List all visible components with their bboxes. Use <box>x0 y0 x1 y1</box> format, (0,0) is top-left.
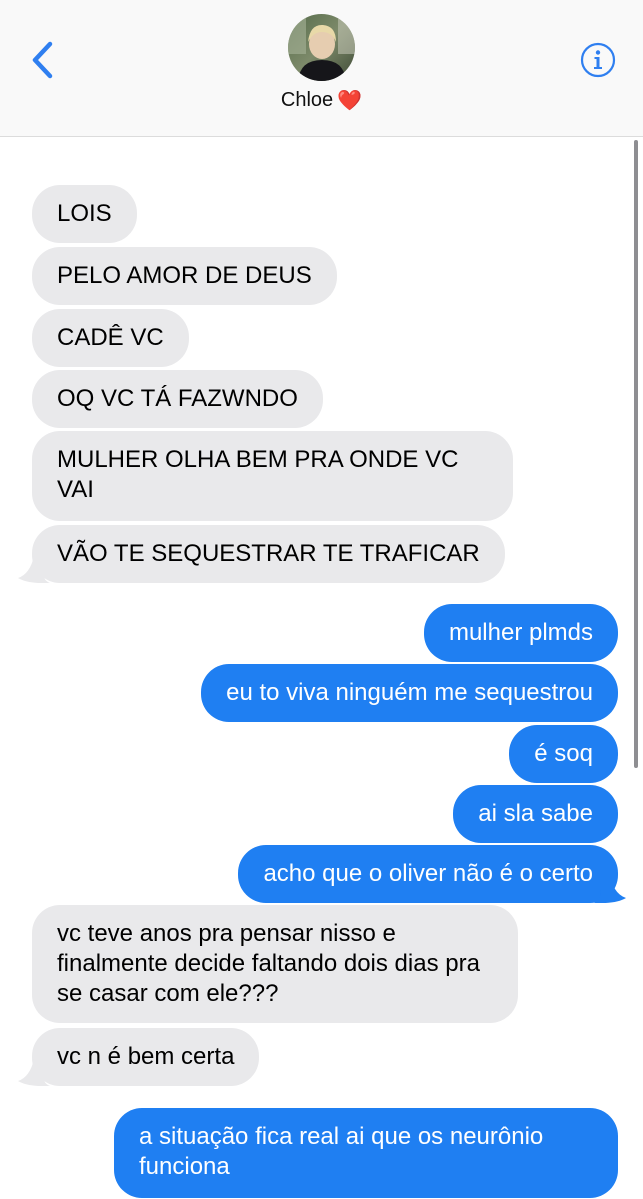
bubble-tail <box>594 876 626 903</box>
message-bubble-incoming[interactable]: CADÊ VC <box>32 309 189 367</box>
conversation-header: Chloe ❤️ <box>0 0 643 137</box>
bubble-tail <box>18 1059 50 1086</box>
message-text: vc teve anos pra pensar nisso e finalmen… <box>57 920 480 1007</box>
message-bubble-outgoing[interactable]: a situação fica real ai que os neurônio … <box>114 1108 618 1198</box>
message-text: PELO AMOR DE DEUS <box>57 262 312 289</box>
message-text: CADÊ VC <box>57 324 164 351</box>
message-text: LOIS <box>57 200 112 227</box>
message-bubble-outgoing[interactable]: ai sla sabe <box>453 785 618 843</box>
message-bubble-incoming[interactable]: VÃO TE SEQUESTRAR TE TRAFICAR <box>32 525 505 583</box>
message-text: VÃO TE SEQUESTRAR TE TRAFICAR <box>57 540 480 567</box>
message-bubble-incoming[interactable]: vc n é bem certa <box>32 1028 260 1086</box>
contact-name: Chloe <box>280 89 334 111</box>
scrollbar[interactable] <box>634 140 638 768</box>
message-text: acho que o oliver não é o certo <box>263 860 593 887</box>
message-bubble-outgoing[interactable]: eu to viva ninguém me sequestrou <box>201 664 618 722</box>
message-bubble-outgoing[interactable]: mulher plmds <box>423 604 618 662</box>
heart-emoji: ❤️ <box>337 90 363 112</box>
message-text: a situação fica real ai que os neurônio … <box>139 1123 544 1180</box>
message-text: é soq <box>534 740 593 767</box>
message-text: vc n é bem certa <box>57 1043 235 1070</box>
message-bubble-incoming[interactable]: LOIS <box>32 185 137 243</box>
contact-name-area[interactable]: Chloe ❤️ <box>0 88 643 113</box>
message-text: mulher plmds <box>448 619 593 646</box>
message-text: MULHER OLHA BEM PRA ONDE VC VAI <box>57 446 459 503</box>
message-text: ai sla sabe <box>478 800 593 827</box>
message-text: OQ VC TÁ FAZWNDO <box>57 385 298 412</box>
contact-avatar[interactable] <box>288 14 355 81</box>
info-icon <box>580 42 616 78</box>
message-bubble-incoming[interactable]: PELO AMOR DE DEUS <box>32 247 337 305</box>
message-bubble-incoming[interactable]: OQ VC TÁ FAZWNDO <box>32 370 323 428</box>
message-bubble-outgoing[interactable]: acho que o oliver não é o certo <box>238 845 618 903</box>
bubble-tail <box>18 556 50 583</box>
info-button[interactable] <box>580 42 616 78</box>
message-text: eu to viva ninguém me sequestrou <box>226 679 593 706</box>
message-bubble-outgoing[interactable]: é soq <box>509 725 618 783</box>
message-bubble-incoming[interactable]: MULHER OLHA BEM PRA ONDE VC VAI <box>32 431 513 521</box>
back-button[interactable] <box>26 40 62 80</box>
message-bubble-incoming[interactable]: vc teve anos pra pensar nisso e finalmen… <box>32 905 518 1023</box>
chevron-left-icon <box>32 41 53 79</box>
